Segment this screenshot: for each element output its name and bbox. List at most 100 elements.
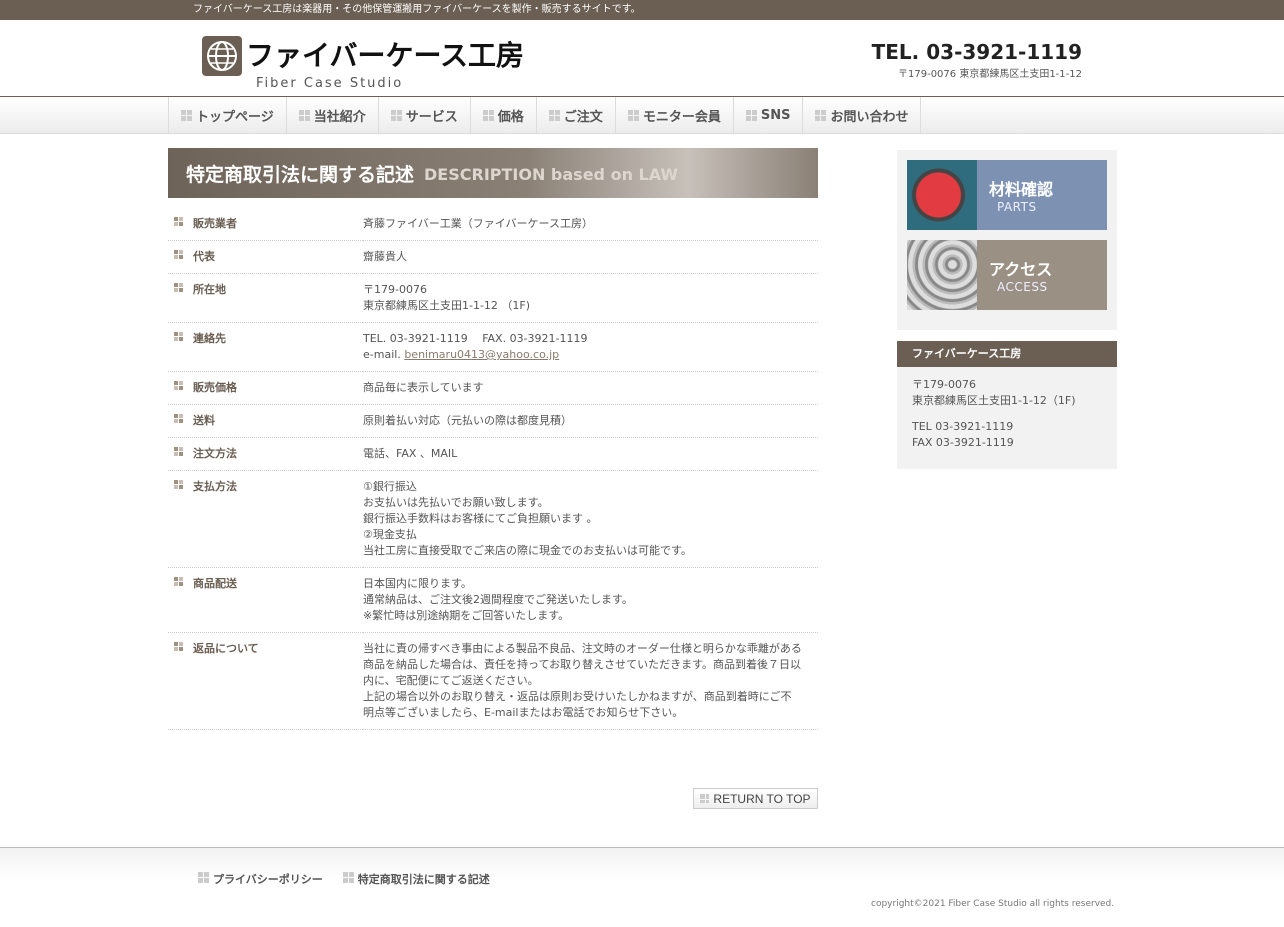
parts-banner[interactable]: 材料確認 PARTS bbox=[907, 160, 1107, 230]
header-tel: TEL. 03-3921-1119 bbox=[871, 40, 1082, 64]
site-logo[interactable]: ファイバーケース工房 Fiber Case Studio bbox=[202, 36, 525, 94]
nav-item-about[interactable]: 当社紹介 bbox=[285, 97, 378, 134]
nav-item-monitor[interactable]: モニター会員 bbox=[614, 97, 733, 134]
page-title-en: DESCRIPTION based on LAW bbox=[424, 164, 679, 184]
table-row: 注文方法 電話、FAX 、MAIL bbox=[168, 437, 818, 471]
row-value-line: 当社工房に直接受取でご来店の際に現金でのお支払いは可能です。 bbox=[363, 544, 692, 557]
global-nav: トップページ 当社紹介 サービス 価格 ご注文 モニター会員 SNS お問い合わ… bbox=[0, 96, 1284, 134]
row-label: 支払方法 bbox=[168, 470, 363, 568]
globe-icon bbox=[202, 36, 242, 76]
square-icon bbox=[482, 110, 494, 121]
square-icon bbox=[174, 414, 183, 423]
footer-link-privacy[interactable]: プライバシーポリシー bbox=[198, 871, 323, 887]
nav-item-service[interactable]: サービス bbox=[377, 97, 470, 134]
row-value: 齋藤貴人 bbox=[363, 240, 818, 274]
table-row: 販売価格 商品毎に表示しています bbox=[168, 371, 818, 405]
row-value: 原則着払い対応（元払いの際は都度見積） bbox=[363, 404, 818, 438]
row-value-line: お支払いは先払いでお願い致します。 bbox=[363, 496, 549, 509]
access-banner-sub: ACCESS bbox=[997, 280, 1048, 294]
square-icon bbox=[174, 480, 183, 489]
square-icon bbox=[627, 110, 639, 121]
nav-item-contact[interactable]: お問い合わせ bbox=[802, 97, 922, 134]
row-value-line: TEL. 03-3921-1119 FAX. 03-3921-1119 bbox=[363, 332, 588, 345]
access-banner[interactable]: アクセス ACCESS bbox=[907, 240, 1107, 310]
row-value-line: 日本国内に限ります。 bbox=[363, 577, 472, 590]
row-value-line: ※繁忙時は別途納期をご回答いたします。 bbox=[363, 609, 570, 622]
square-icon bbox=[174, 642, 183, 651]
company-address: 東京都練馬区土支田1-1-12（1F) bbox=[912, 394, 1076, 407]
return-to-top-button[interactable]: RETURN TO TOP bbox=[693, 788, 818, 809]
square-icon bbox=[745, 110, 757, 121]
row-value: 日本国内に限ります。通常納品は、ご注文後2週間程度でご発送いたします。 ※繁忙時は… bbox=[363, 567, 818, 633]
main-content: 特定商取引法に関する記述 DESCRIPTION based on LAW 販売… bbox=[168, 148, 818, 809]
table-row: 連絡先 TEL. 03-3921-1119 FAX. 03-3921-1119 e-… bbox=[168, 322, 818, 372]
table-row: 商品配送 日本国内に限ります。通常納品は、ご注文後2週間程度でご発送いたします。 ※… bbox=[168, 567, 818, 633]
row-value-line: 斉藤ファイバー工業（ファイバーケース工房） bbox=[363, 217, 594, 230]
access-banner-title: アクセス bbox=[989, 260, 1053, 279]
company-tel: TEL 03-3921-1119 bbox=[912, 420, 1014, 433]
footer-link-law[interactable]: 特定商取引法に関する記述 bbox=[342, 871, 490, 887]
row-value: 電話、FAX 、MAIL bbox=[363, 437, 818, 471]
row-label: 送料 bbox=[168, 404, 363, 438]
square-icon bbox=[390, 110, 402, 121]
footer: プライバシーポリシー 特定商取引法に関する記述 copyright©2021 F… bbox=[0, 847, 1284, 927]
square-icon bbox=[815, 110, 827, 121]
parts-banner-title: 材料確認 bbox=[989, 180, 1054, 199]
row-label: 返品について bbox=[168, 632, 363, 730]
row-value-line: 当社に責の帰すべき事由による製品不良品、注文時のオーダー仕様と明らかな乖離がある… bbox=[363, 642, 802, 687]
header-contact: TEL. 03-3921-1119 〒179-0076 東京都練馬区土支田1-1… bbox=[872, 40, 1082, 80]
square-icon bbox=[181, 110, 192, 121]
nav-item-order[interactable]: ご注文 bbox=[535, 97, 615, 134]
square-icon bbox=[548, 110, 560, 121]
parts-banner-sub: PARTS bbox=[997, 200, 1037, 214]
nav-item-sns[interactable]: SNS bbox=[732, 97, 803, 134]
row-label: 代表 bbox=[168, 240, 363, 274]
row-value-line: ②現金支払 bbox=[363, 528, 417, 541]
row-value: TEL. 03-3921-1119 FAX. 03-3921-1119 e-mai… bbox=[363, 322, 818, 372]
row-value-line: 電話、FAX 、MAIL bbox=[363, 447, 458, 460]
square-icon bbox=[174, 577, 183, 586]
page-title-jp: 特定商取引法に関する記述 bbox=[186, 163, 415, 186]
row-label: 販売業者 bbox=[168, 208, 363, 241]
row-value-line: 齋藤貴人 bbox=[363, 250, 407, 263]
nav-item-price[interactable]: 価格 bbox=[469, 97, 536, 134]
row-label: 所在地 bbox=[168, 273, 363, 323]
table-row: 返品について 当社に責の帰すべき事由による製品不良品、注文時のオーダー仕様と明らか… bbox=[168, 632, 818, 730]
row-value-line: 〒179-0076 bbox=[363, 283, 427, 296]
square-icon bbox=[700, 794, 710, 803]
header-address: 〒179-0076 東京都練馬区土支田1-1-12 bbox=[898, 69, 1082, 80]
logo-text-jp: ファイバーケース工房 bbox=[246, 39, 525, 72]
square-icon bbox=[174, 283, 183, 292]
row-value-line: ①銀行振込 bbox=[363, 480, 417, 493]
table-row: 支払方法 ①銀行振込お支払いは先払いでお願い致します。銀行振込手数料はお客様にてご… bbox=[168, 470, 818, 568]
row-value: 当社に責の帰すべき事由による製品不良品、注文時のオーダー仕様と明らかな乖離がある… bbox=[363, 632, 818, 730]
header: ファイバーケース工房 Fiber Case Studio TEL. 03-392… bbox=[0, 20, 1284, 96]
case-image bbox=[907, 160, 977, 230]
law-table: 販売業者 斉藤ファイバー工業（ファイバーケース工房） 代表 齋藤貴人 所在地 〒179-0… bbox=[168, 208, 818, 730]
row-value: 商品毎に表示しています bbox=[363, 371, 818, 405]
sidebar: 材料確認 PARTS アクセス ACCESS ファイバーケース工房 〒179-0… bbox=[897, 150, 1117, 469]
copyright: copyright©2021 Fiber Case Studio all rig… bbox=[871, 899, 1115, 909]
row-label: 注文方法 bbox=[168, 437, 363, 471]
company-fax: FAX 03-3921-1119 bbox=[912, 436, 1014, 449]
square-icon bbox=[174, 447, 183, 456]
square-icon bbox=[174, 250, 183, 259]
company-info: ファイバーケース工房 〒179-0076 東京都練馬区土支田1-1-12（1F)… bbox=[897, 341, 1117, 469]
top-bar: ファイバーケース工房は楽器用・その他保管運搬用ファイバーケースを製作・販売するサ… bbox=[0, 0, 1284, 20]
sidebar-banners: 材料確認 PARTS アクセス ACCESS bbox=[897, 150, 1117, 330]
table-row: 代表 齋藤貴人 bbox=[168, 240, 818, 274]
square-icon bbox=[298, 110, 310, 121]
email-link[interactable]: benimaru0413@yahoo.co.jp bbox=[404, 348, 559, 361]
row-value: 〒179-0076 東京都練馬区土支田1-1-12 （1F) bbox=[363, 273, 818, 323]
row-value: ①銀行振込お支払いは先払いでお願い致します。銀行振込手数料はお客様にてご負担願い… bbox=[363, 470, 818, 568]
table-row: 所在地 〒179-0076 東京都練馬区土支田1-1-12 （1F) bbox=[168, 273, 818, 323]
row-value-line: 原則着払い対応（元払いの際は都度見積） bbox=[363, 414, 572, 427]
row-label: 商品配送 bbox=[168, 567, 363, 633]
row-value: 斉藤ファイバー工業（ファイバーケース工房） bbox=[363, 208, 818, 241]
row-value-line: 銀行振込手数料はお客様にてご負担願います 。 bbox=[363, 512, 598, 525]
nav-item-top[interactable]: トップページ bbox=[168, 97, 286, 134]
row-value-line: 商品毎に表示しています bbox=[363, 381, 484, 394]
row-value-line: 通常納品は、ご注文後2週間程度でご発送いたします。 bbox=[363, 593, 633, 606]
site-description: ファイバーケース工房は楽器用・その他保管運搬用ファイバーケースを製作・販売するサ… bbox=[193, 4, 641, 15]
page-title: 特定商取引法に関する記述 DESCRIPTION based on LAW bbox=[168, 148, 818, 198]
